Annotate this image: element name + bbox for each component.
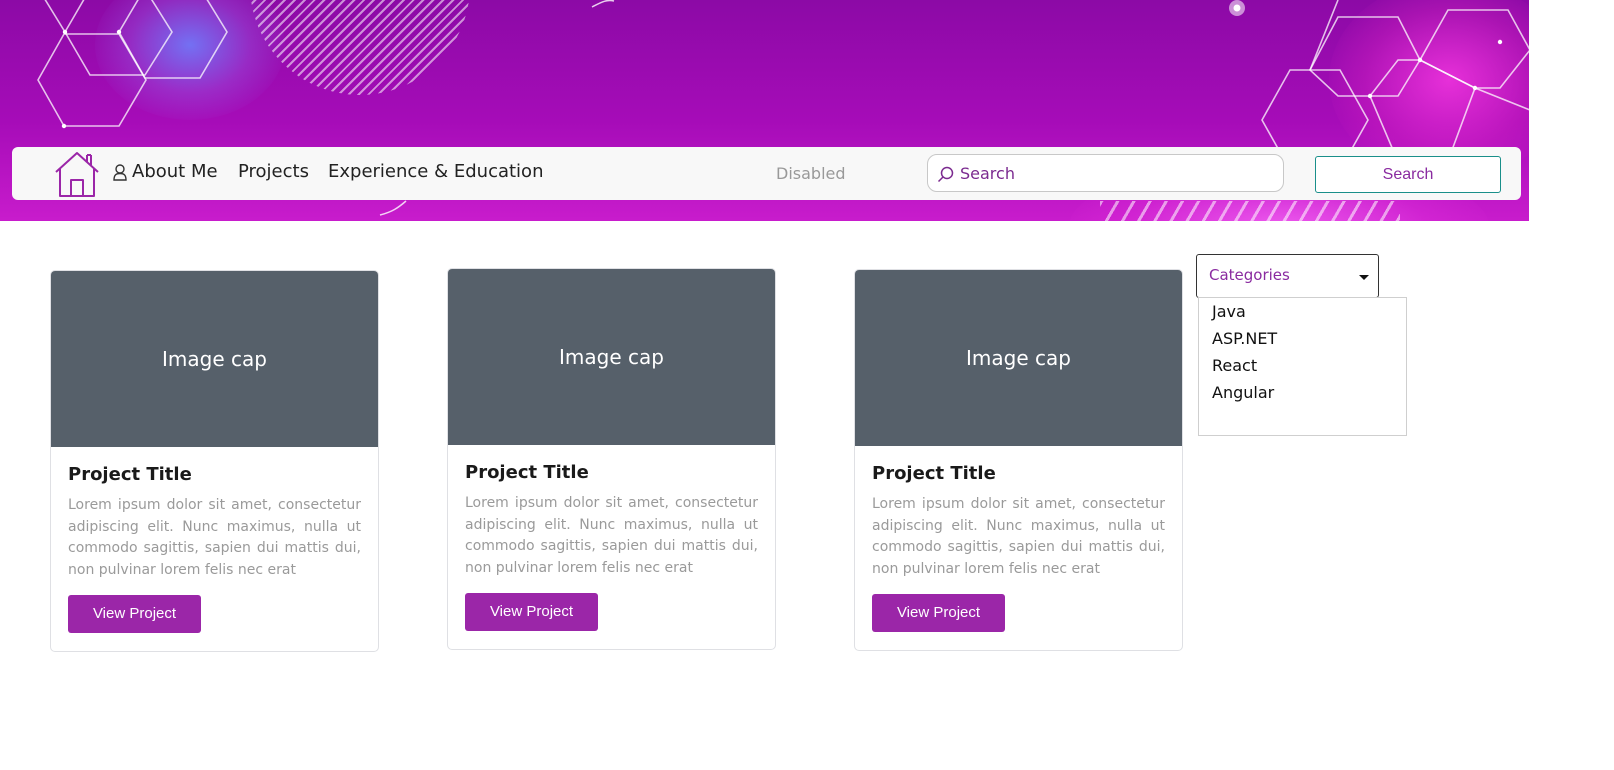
categories-label: Categories [1209,266,1290,284]
card-title: Project Title [465,462,589,483]
nav-about-me-label: About Me [132,161,218,182]
house-icon [55,152,99,197]
card-text: Lorem ipsum dolor sit amet, consectetur … [465,495,758,577]
nav-projects[interactable]: Projects [238,160,309,184]
categories-dropdown[interactable]: Categories [1196,254,1379,298]
card-title: Project Title [68,464,192,485]
card-image-cap: Image cap [448,269,775,445]
search-icon [937,165,955,183]
search-field [927,154,1284,192]
category-option-angular[interactable]: Angular [1199,381,1406,408]
search-button[interactable]: Search [1315,156,1501,193]
nav-about-me[interactable]: About Me [112,160,218,184]
category-option-java[interactable]: Java [1199,300,1406,327]
card-text: Lorem ipsum dolor sit amet, consectetur … [872,496,1165,578]
categories-list: Java ASP.NET React Angular [1198,297,1407,436]
view-project-button[interactable]: View Project [68,594,201,633]
project-card: Image cap Project Title Lorem ipsum dolo… [50,270,379,652]
caret-down-icon [1359,275,1369,280]
search-input[interactable] [960,157,1278,189]
person-icon [112,163,128,181]
project-card: Image cap Project Title Lorem ipsum dolo… [854,269,1183,651]
card-title: Project Title [872,463,996,484]
nav-experience-education[interactable]: Experience & Education [328,160,543,184]
card-image-cap: Image cap [855,270,1182,446]
view-project-button[interactable]: View Project [872,593,1005,632]
view-project-button[interactable]: View Project [465,592,598,631]
home-link[interactable] [54,150,100,198]
nav-disabled-link: Disabled [776,164,846,183]
project-card: Image cap Project Title Lorem ipsum dolo… [447,268,776,650]
category-option-react[interactable]: React [1199,354,1406,381]
category-option-aspnet[interactable]: ASP.NET [1199,327,1406,354]
card-text: Lorem ipsum dolor sit amet, consectetur … [68,497,361,579]
navbar: About Me Projects Experience & Education… [12,147,1521,200]
card-image-cap: Image cap [51,271,378,447]
hero-banner: About Me Projects Experience & Education… [0,0,1529,221]
